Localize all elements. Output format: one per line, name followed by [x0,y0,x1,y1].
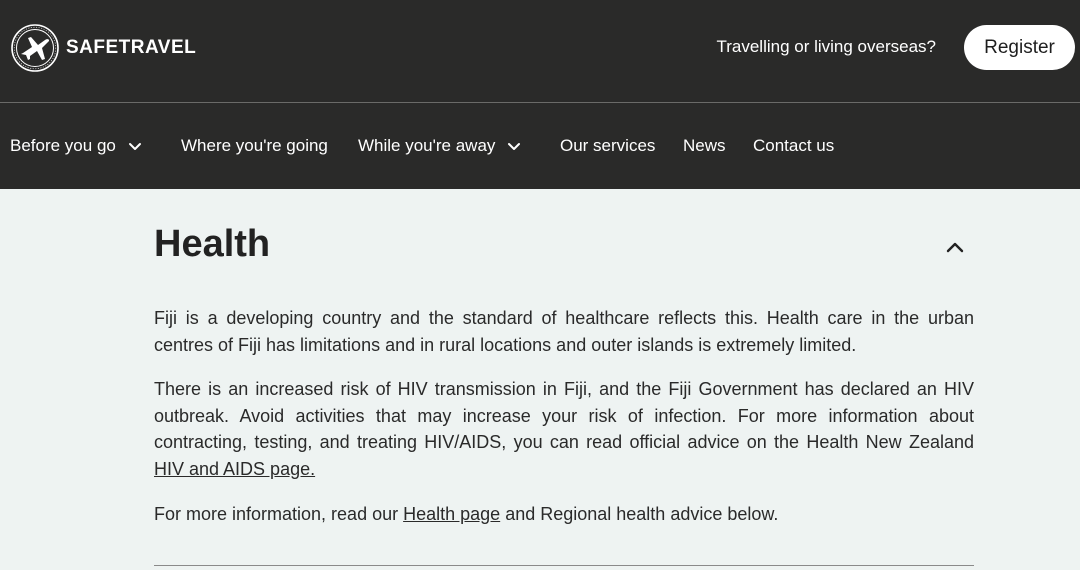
travelling-question: Travelling or living overseas? [716,37,936,56]
safetravel-logo[interactable]: SAFETRAVEL [10,23,196,73]
paragraph-more-info: For more information, read our Health pa… [154,501,974,528]
nav-label: News [683,136,726,155]
register-button[interactable]: Register [964,25,1075,70]
section-divider [154,565,974,566]
nav-before-you-go[interactable]: Before you go [10,103,144,189]
section-body: Fiji is a developing country and the sta… [154,305,974,545]
nav-label: Where you're going [181,136,328,155]
plane-seal-icon [11,24,59,72]
nav-label: While you're away [358,136,496,155]
nav-while-youre-away[interactable]: While you're away [358,103,523,189]
paragraph-hiv-text: There is an increased risk of HIV transm… [154,379,974,453]
chevron-up-icon [946,242,964,253]
chevron-down-icon [508,143,521,150]
health-section: Health Fiji is a developing country and … [0,189,1080,570]
nav-where-youre-going[interactable]: Where you're going [181,103,328,189]
more-info-text: For more information, read our [154,503,404,524]
top-header: SAFETRAVEL Travelling or living overseas… [0,0,1080,103]
paragraph-healthcare: Fiji is a developing country and the sta… [154,308,974,355]
paragraph-hiv: There is an increased risk of HIV transm… [154,376,974,482]
hiv-aids-page-link[interactable]: HIV and AIDS page. [154,459,315,479]
nav-news[interactable]: News [683,103,726,189]
regional-advice-text: and Regional health advice below. [500,503,779,524]
nav-label: Contact us [753,136,835,155]
health-page-link[interactable]: Health page [403,504,500,524]
logo-wordmark: SAFETRAVEL [66,37,197,58]
section-title: Health [154,223,271,265]
nav-our-services[interactable]: Our services [560,103,655,189]
nav-contact-us[interactable]: Contact us [753,103,834,189]
collapse-section-button[interactable] [938,231,972,265]
main-nav: Before you go Where you're going While y… [0,103,1080,189]
chevron-down-icon [128,143,141,150]
nav-label: Our services [560,136,656,155]
nav-label: Before you go [10,136,116,155]
